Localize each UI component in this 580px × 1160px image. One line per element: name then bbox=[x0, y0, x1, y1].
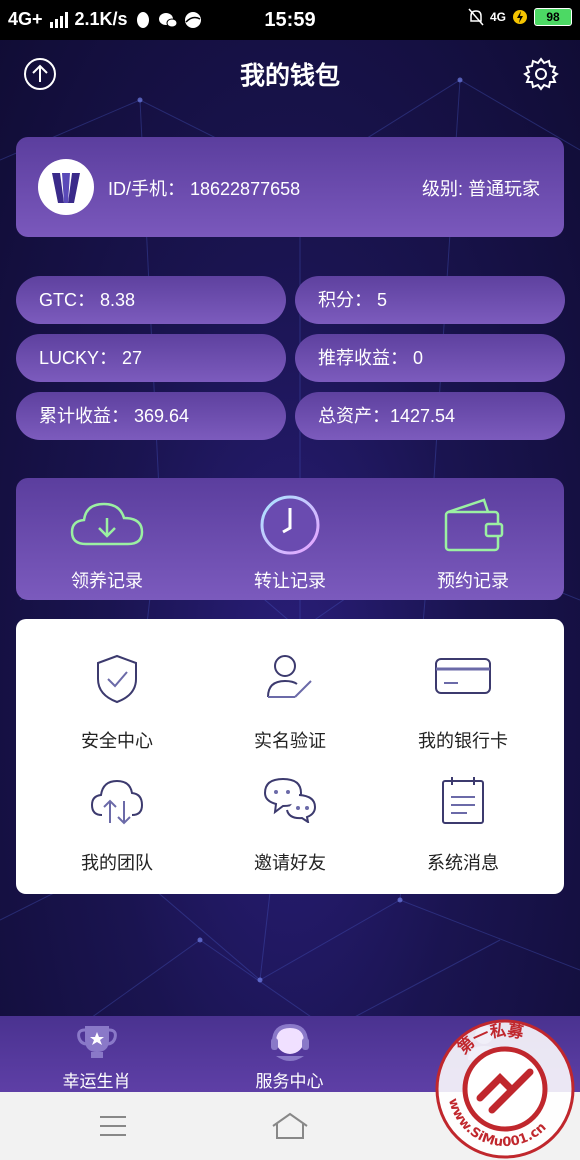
real-name-verification-item[interactable]: 实名验证 bbox=[199, 653, 381, 773]
tab-service-center[interactable]: 服务中心 bbox=[193, 1016, 386, 1092]
headset-icon bbox=[270, 1023, 309, 1061]
profile-card: ID/手机： 18622877658 级别: 普通玩家 bbox=[16, 137, 564, 237]
mute-icon bbox=[468, 8, 484, 26]
clock-icon bbox=[260, 495, 320, 555]
tab-service-center-label: 服务中心 bbox=[255, 1072, 324, 1091]
avatar bbox=[38, 159, 94, 215]
user-id-phone: ID/手机： 18622877658 bbox=[108, 179, 301, 199]
app-header: 我的钱包 bbox=[0, 40, 580, 108]
user-level: 级别: 普通玩家 bbox=[421, 179, 540, 199]
wallet-icon bbox=[444, 498, 504, 552]
invite-friends-label: 邀请好友 bbox=[254, 853, 326, 873]
chat-bubbles-icon bbox=[263, 777, 317, 823]
invite-friends-item[interactable]: 邀请好友 bbox=[199, 775, 381, 895]
reservation-records-button[interactable]: 预约记录 bbox=[382, 478, 564, 600]
stat-points: 积分： 5 bbox=[295, 276, 565, 324]
my-team-label: 我的团队 bbox=[81, 853, 153, 873]
reservation-records-label: 预约记录 bbox=[437, 571, 509, 591]
menu-icon[interactable] bbox=[88, 1106, 138, 1146]
transfer-records-label: 转让记录 bbox=[254, 571, 326, 591]
tab-lucky-zodiac[interactable]: 幸运生肖 bbox=[0, 1016, 193, 1092]
gear-icon[interactable] bbox=[522, 55, 560, 93]
system-messages-item[interactable]: 系统消息 bbox=[372, 775, 554, 895]
system-messages-label: 系统消息 bbox=[427, 853, 499, 873]
battery-indicator: 98 bbox=[534, 8, 572, 26]
adoption-records-button[interactable]: 领养记录 bbox=[16, 478, 198, 600]
watermark-stamp: 第一私募 www.SiMu001.cn bbox=[435, 1019, 575, 1159]
real-name-verification-label: 实名验证 bbox=[254, 731, 326, 751]
right-network-type: 4G bbox=[489, 10, 506, 24]
adoption-records-label: 领养记录 bbox=[71, 571, 143, 591]
bank-card-icon bbox=[435, 658, 491, 694]
stat-total-income: 累计收益： 369.64 bbox=[16, 392, 286, 440]
my-team-item[interactable]: 我的团队 bbox=[26, 775, 208, 895]
stat-referral-income: 推荐收益： 0 bbox=[295, 334, 565, 382]
records-bar: 领养记录 转让记录 预约记录 bbox=[16, 478, 564, 600]
bank-card-item[interactable]: 我的银行卡 bbox=[372, 653, 554, 773]
stat-total-assets: 总资产：1427.54 bbox=[295, 392, 565, 440]
user-edit-icon bbox=[267, 655, 312, 698]
tab-lucky-zodiac-label: 幸运生肖 bbox=[62, 1072, 131, 1091]
charging-icon bbox=[513, 10, 527, 24]
page-title: 我的钱包 bbox=[239, 62, 340, 90]
security-center-label: 安全中心 bbox=[81, 731, 153, 751]
status-bar: 4G+ 2.1K/s 15:59 4G 98 bbox=[0, 0, 580, 40]
home-icon[interactable] bbox=[265, 1106, 315, 1146]
transfer-records-button[interactable]: 转让记录 bbox=[199, 478, 381, 600]
logo-icon bbox=[52, 173, 80, 203]
shield-check-icon bbox=[97, 654, 137, 704]
service-grid: 安全中心 实名验证 我的银行卡 我的团队 邀请好友 系统消息 bbox=[16, 619, 564, 894]
cloud-download-icon bbox=[70, 502, 144, 546]
security-center-item[interactable]: 安全中心 bbox=[26, 653, 208, 773]
stat-gtc: GTC： 8.38 bbox=[16, 276, 286, 324]
stat-lucky: LUCKY： 27 bbox=[16, 334, 286, 382]
bank-card-label: 我的银行卡 bbox=[418, 731, 508, 751]
cloud-sync-icon bbox=[90, 779, 144, 825]
trophy-icon bbox=[76, 1026, 117, 1058]
notepad-icon bbox=[442, 777, 484, 824]
